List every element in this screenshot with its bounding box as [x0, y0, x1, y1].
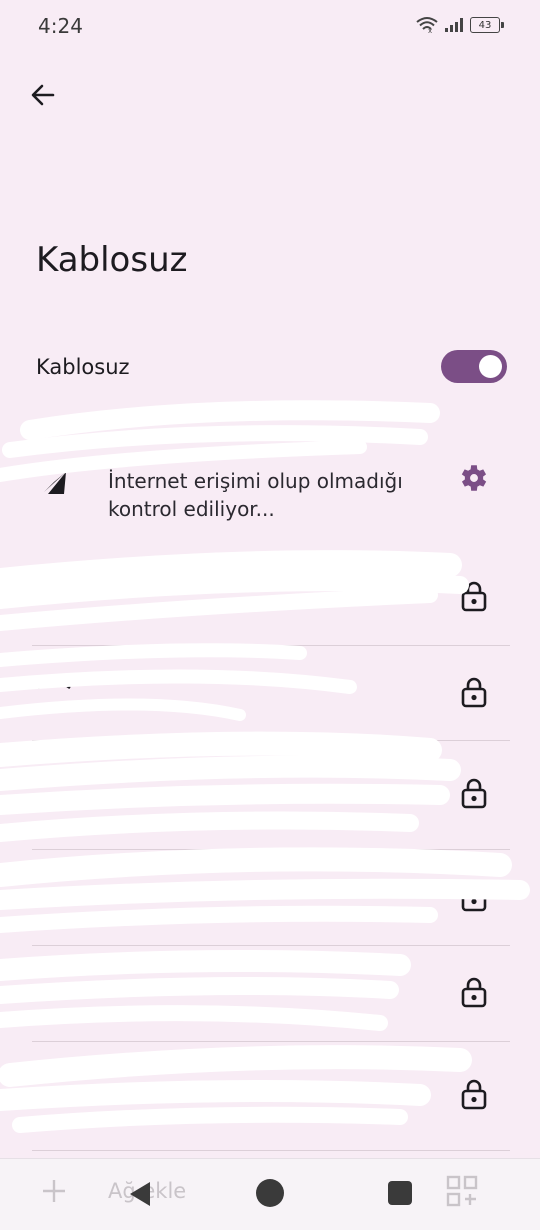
divider [32, 1150, 510, 1151]
lock-icon [461, 977, 487, 1008]
nav-recents-icon[interactable] [388, 1181, 412, 1205]
gear-icon [461, 465, 487, 491]
lock-icon [461, 881, 487, 912]
status-time: 4:24 [38, 14, 83, 38]
back-button[interactable] [24, 76, 62, 114]
wifi-toggle-row[interactable]: Kablosuz [0, 340, 540, 396]
wifi-signal-icon [37, 586, 71, 594]
bottom-bar: Ağ ekle [0, 1158, 540, 1230]
wifi-signal-icon [44, 472, 66, 494]
svg-text:x: x [428, 27, 432, 34]
battery-icon: 43 [470, 17, 504, 33]
list-item[interactable] [0, 550, 540, 646]
network-settings-button[interactable] [456, 460, 492, 496]
back-arrow-icon [31, 84, 55, 106]
plus-icon[interactable] [40, 1177, 68, 1205]
page-title: Kablosuz [36, 240, 188, 280]
lock-icon [461, 778, 487, 809]
list-item[interactable] [0, 850, 540, 945]
nav-home-icon[interactable] [256, 1179, 284, 1207]
wifi-signal-icon [37, 680, 71, 689]
lock-icon [461, 581, 487, 612]
lock-icon [461, 1079, 487, 1110]
toggle-knob [479, 355, 502, 378]
signal-icon [445, 18, 463, 32]
current-network-item[interactable]: İnternet erişimi olup olmadığı kontrol e… [0, 440, 540, 530]
list-item[interactable] [0, 946, 540, 1041]
list-item[interactable] [0, 646, 540, 740]
qr-code-icon[interactable] [446, 1175, 478, 1207]
nav-back-icon[interactable] [126, 1179, 154, 1209]
wifi-status-icon: x [416, 17, 438, 34]
wifi-toggle-switch[interactable] [441, 350, 507, 383]
list-item[interactable] [0, 1042, 540, 1150]
status-icons: x 43 [416, 16, 504, 34]
status-bar: 4:24 x 43 [0, 0, 540, 54]
list-item[interactable] [0, 741, 540, 849]
wifi-toggle-label: Kablosuz [36, 355, 130, 379]
lock-icon [461, 677, 487, 708]
network-status-text: İnternet erişimi olup olmadığı kontrol e… [108, 469, 403, 521]
